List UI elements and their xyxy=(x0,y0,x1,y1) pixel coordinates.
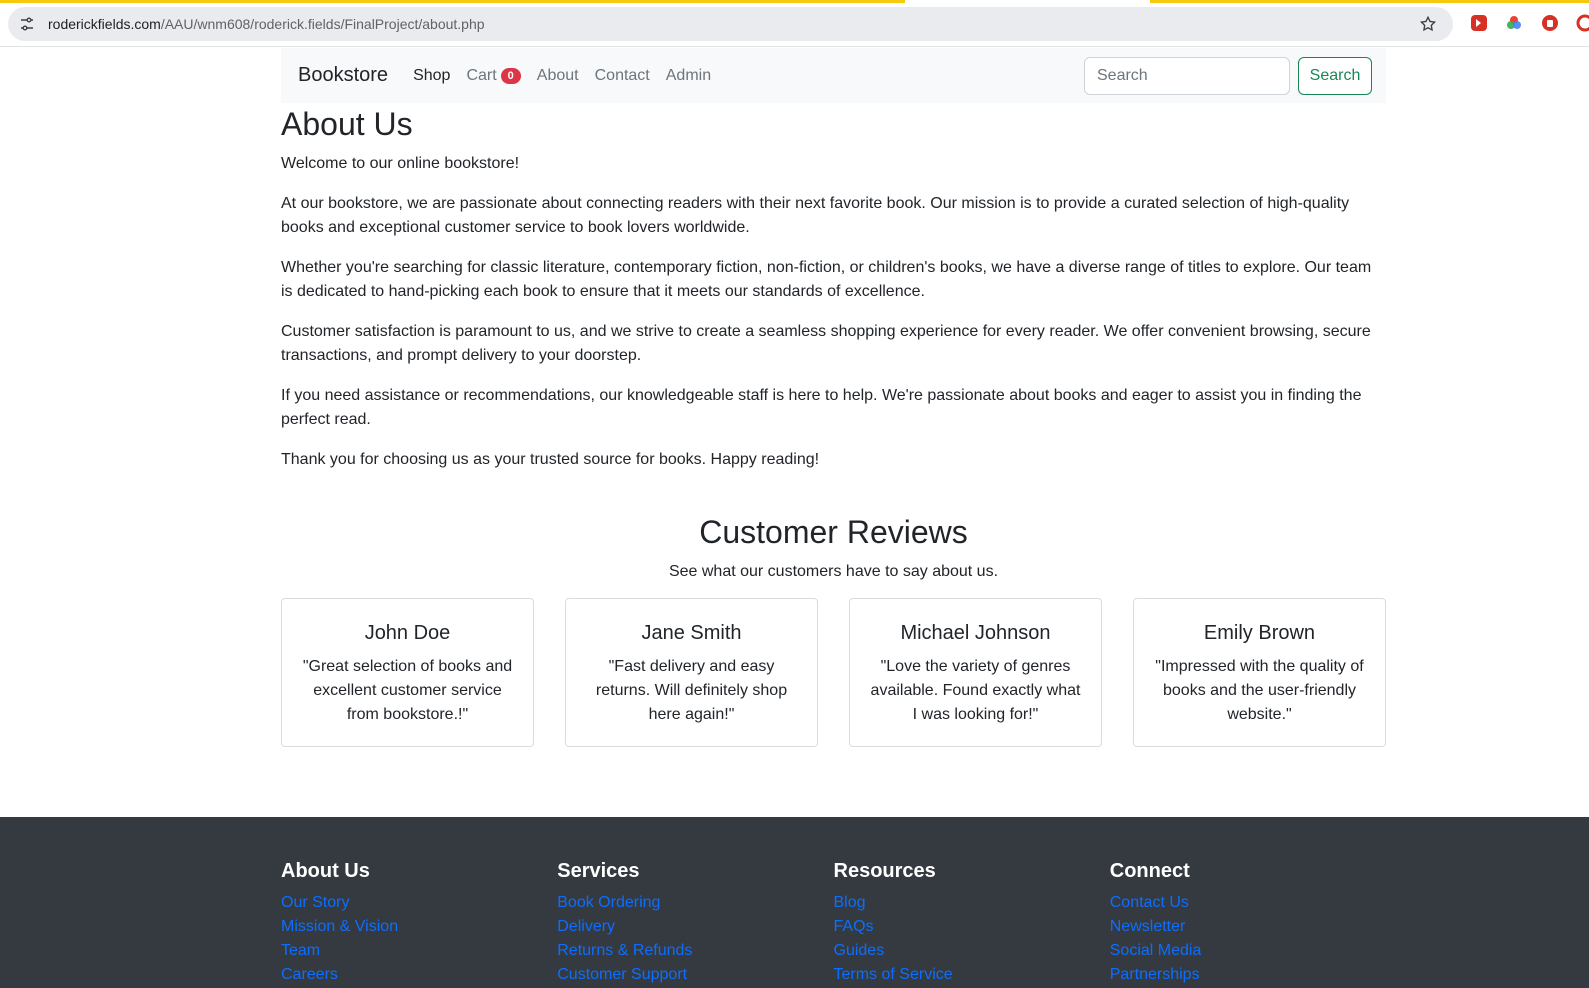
extension-icon[interactable] xyxy=(1576,14,1589,32)
review-card: Jane Smith "Fast delivery and easy retur… xyxy=(565,598,818,747)
footer-link-faqs[interactable]: FAQs xyxy=(834,915,1110,939)
review-quote: "Great selection of books and excellent … xyxy=(302,658,513,723)
review-cards: John Doe "Great selection of books and e… xyxy=(281,598,1386,747)
extension-icon[interactable] xyxy=(1541,14,1559,32)
footer-heading: About Us xyxy=(281,860,370,882)
site-info-icon[interactable] xyxy=(12,7,42,41)
brand-link[interactable]: Bookstore xyxy=(298,64,388,87)
cart-count-badge: 0 xyxy=(500,67,521,84)
page-title: About Us xyxy=(281,106,413,142)
color-picker-icon[interactable] xyxy=(1505,14,1523,32)
review-card: Emily Brown "Impressed with the quality … xyxy=(1133,598,1386,747)
footer-link-partnerships[interactable]: Partnerships xyxy=(1110,963,1386,987)
footer-link-careers[interactable]: Careers xyxy=(281,963,557,987)
nav-about[interactable]: About xyxy=(537,67,579,85)
nav-admin[interactable]: Admin xyxy=(666,67,711,85)
reviews-title: Customer Reviews xyxy=(699,514,968,550)
star-icon[interactable] xyxy=(1417,13,1439,35)
footer-link-guides[interactable]: Guides xyxy=(834,939,1110,963)
reviews-section: Customer Reviews See what our customers … xyxy=(281,512,1386,747)
reviewer-name: Jane Smith xyxy=(641,622,742,644)
footer-link-customer-support[interactable]: Customer Support xyxy=(557,963,833,987)
footer-link-social-media[interactable]: Social Media xyxy=(1110,939,1386,963)
loading-indicator xyxy=(1150,0,1589,3)
footer-column-resources: Resources Blog FAQs Guides Terms of Serv… xyxy=(834,859,1110,987)
reviewer-name: Michael Johnson xyxy=(900,622,1051,644)
footer-link-contact-us[interactable]: Contact Us xyxy=(1110,891,1386,915)
about-paragraph: Whether you're searching for classic lit… xyxy=(281,259,1372,300)
review-quote: "Fast delivery and easy returns. Will de… xyxy=(595,658,788,723)
search-button[interactable]: Search xyxy=(1298,57,1372,95)
url-host: roderickfields.com xyxy=(48,16,161,32)
footer-heading: Services xyxy=(557,860,640,882)
loading-indicator xyxy=(0,0,905,3)
nav-cart-label: Cart xyxy=(466,66,497,84)
footer-column-connect: Connect Contact Us Newsletter Social Med… xyxy=(1110,859,1386,987)
nav-shop[interactable]: Shop xyxy=(413,67,450,85)
review-quote: "Love the variety of genres available. F… xyxy=(870,658,1081,723)
about-paragraph: Welcome to our online bookstore! xyxy=(281,155,520,172)
footer-link-team[interactable]: Team xyxy=(281,939,557,963)
address-bar[interactable]: roderickfields.com/AAU/wnm608/roderick.f… xyxy=(8,7,1453,41)
reviewer-name: Emily Brown xyxy=(1203,622,1316,644)
review-card: Michael Johnson "Love the variety of gen… xyxy=(849,598,1102,747)
about-paragraph: At our bookstore, we are passionate abou… xyxy=(281,195,1350,236)
footer-heading: Resources xyxy=(833,860,936,882)
browser-toolbar: roderickfields.com/AAU/wnm608/roderick.f… xyxy=(0,0,1589,47)
footer-link-terms[interactable]: Terms of Service xyxy=(834,963,1110,987)
reviewer-name: John Doe xyxy=(364,622,451,644)
footer-link-returns-refunds[interactable]: Returns & Refunds xyxy=(557,939,833,963)
site-footer: About Us Our Story Mission & Vision Team… xyxy=(0,817,1589,988)
footer-link-delivery[interactable]: Delivery xyxy=(557,915,833,939)
about-section: About Us Welcome to our online bookstore… xyxy=(281,104,1386,488)
footer-link-our-story[interactable]: Our Story xyxy=(281,891,557,915)
nav-cart[interactable]: Cart 0 xyxy=(466,66,521,85)
review-card: John Doe "Great selection of books and e… xyxy=(281,598,534,747)
about-paragraph: Customer satisfaction is paramount to us… xyxy=(281,323,1371,364)
footer-link-mission-vision[interactable]: Mission & Vision xyxy=(281,915,557,939)
nav-contact[interactable]: Contact xyxy=(595,67,650,85)
footer-columns: About Us Our Story Mission & Vision Team… xyxy=(281,859,1386,987)
about-paragraph: If you need assistance or recommendation… xyxy=(281,387,1362,428)
extension-icon[interactable] xyxy=(1470,14,1488,32)
footer-column-about: About Us Our Story Mission & Vision Team… xyxy=(281,859,557,987)
footer-link-blog[interactable]: Blog xyxy=(834,891,1110,915)
footer-link-book-ordering[interactable]: Book Ordering xyxy=(557,891,833,915)
site-navbar: Bookstore Shop Cart 0 About Contact Admi… xyxy=(281,48,1386,103)
footer-link-newsletter[interactable]: Newsletter xyxy=(1110,915,1386,939)
url-text[interactable]: roderickfields.com/AAU/wnm608/roderick.f… xyxy=(48,16,485,32)
footer-column-services: Services Book Ordering Delivery Returns … xyxy=(557,859,833,987)
footer-heading: Connect xyxy=(1109,860,1190,882)
search-input[interactable] xyxy=(1084,57,1290,95)
reviews-subtitle: See what our customers have to say about… xyxy=(668,563,999,580)
url-path: /AAU/wnm608/roderick.fields/FinalProject… xyxy=(160,16,485,32)
review-quote: "Impressed with the quality of books and… xyxy=(1155,658,1364,723)
about-paragraph: Thank you for choosing us as your truste… xyxy=(281,451,820,468)
